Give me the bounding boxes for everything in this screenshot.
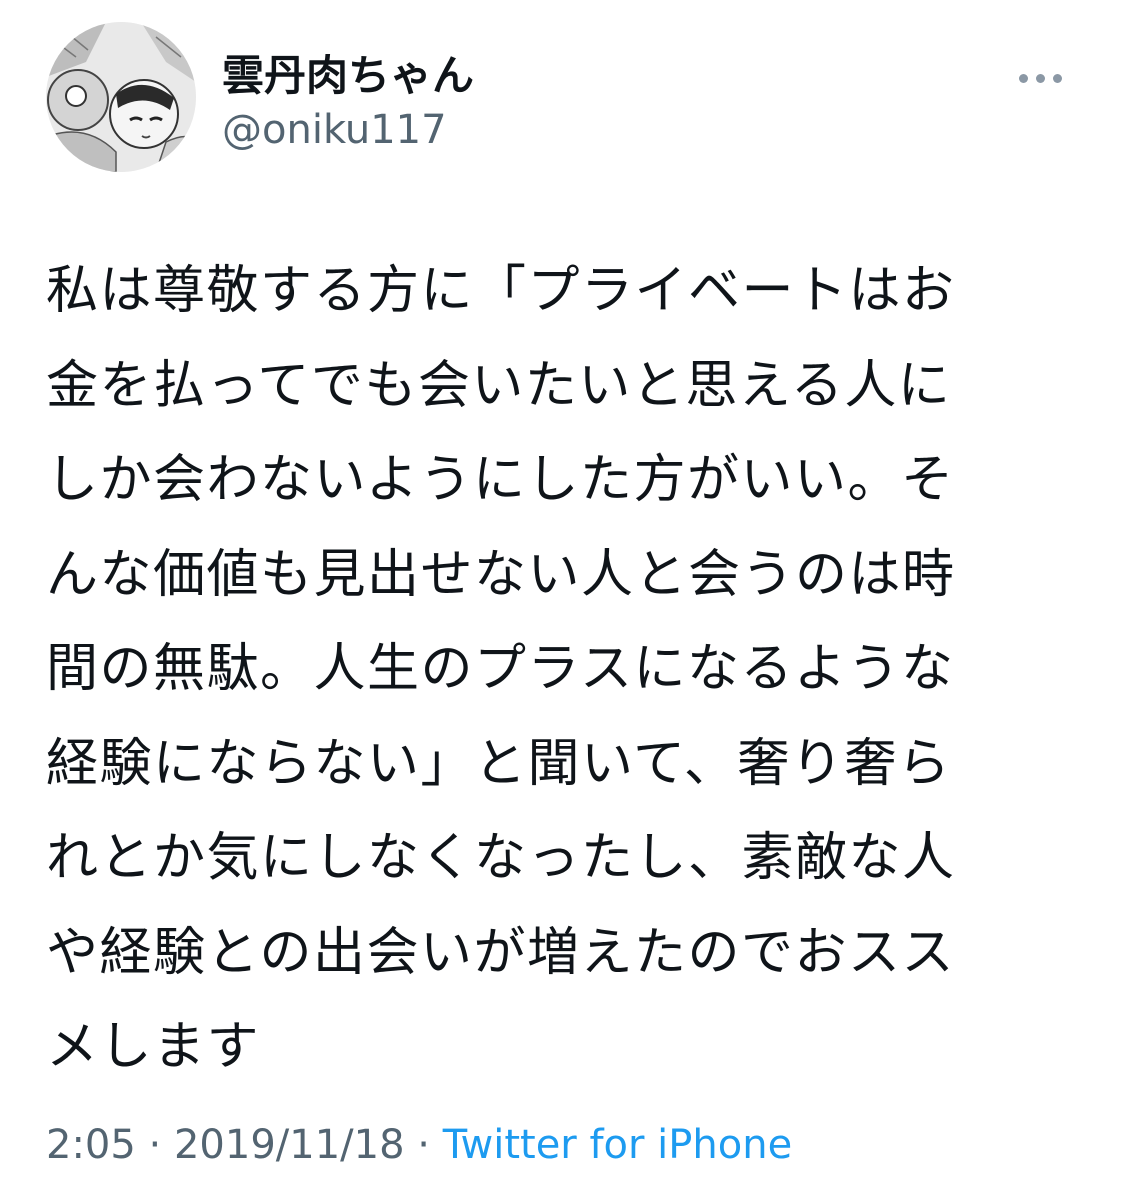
tweet-date[interactable]: 2019/11/18 — [174, 1122, 405, 1168]
tweet-text-line: メします — [46, 1017, 261, 1077]
meta-separator: · — [404, 1122, 443, 1168]
tweet-source-link[interactable]: Twitter for iPhone — [443, 1122, 793, 1168]
more-horizontal-icon — [1018, 73, 1028, 83]
tweet-text-line: 経験にならない」と聞いて、奢り奢ら — [46, 733, 952, 794]
avatar[interactable] — [46, 22, 196, 172]
tweet-text-line: 間の無駄。人生のプラスになるような — [46, 639, 955, 699]
display-name[interactable]: 雲丹肉ちゃん — [222, 50, 474, 102]
user-handle[interactable]: @oniku117 — [222, 106, 447, 154]
meta-separator: · — [135, 1122, 174, 1168]
tweet-text-line: れとか気にしなくなったし、素敵な人 — [46, 828, 956, 888]
tweet-text-line: や経験との出会いが増えたのでおスス — [46, 922, 955, 983]
more-horizontal-icon — [1052, 73, 1062, 83]
tweet-time[interactable]: 2:05 — [46, 1122, 136, 1168]
tweet-text: 私は尊敬する方に「プライベートはお 金を払ってでも会いたいと思える人に しか会わ… — [46, 244, 1086, 1095]
tweet-text-line: 金を払ってでも会いたいと思える人に — [46, 355, 952, 416]
tweet-card: 雲丹肉ちゃん @oniku117 私は尊敬する方に「プライベートはお 金を払って… — [0, 0, 1131, 1200]
tweet-text-line: んな価値も見出せない人と会うのは時 — [46, 544, 956, 605]
tweet-text-line: しか会わないようにした方がいい。そ — [46, 450, 955, 510]
tweet-text-line: 私は尊敬する方に「プライベートはお — [46, 261, 956, 321]
more-options-button[interactable] — [1004, 56, 1076, 100]
more-horizontal-icon — [1035, 73, 1045, 83]
avatar-image — [46, 22, 196, 172]
tweet-meta: 2:05 · 2019/11/18 · Twitter for iPhone — [46, 1118, 792, 1172]
